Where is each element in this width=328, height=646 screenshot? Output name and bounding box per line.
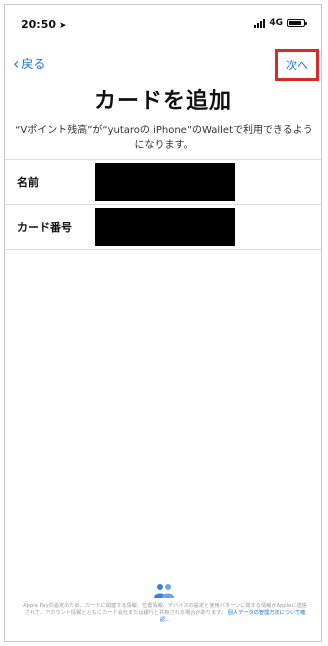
card-form: 名前 カード番号 bbox=[5, 159, 321, 250]
back-button[interactable]: ‹ 戻る bbox=[13, 55, 45, 72]
card-number-row: カード番号 bbox=[5, 204, 321, 250]
status-time-text: 20:50 bbox=[21, 18, 57, 31]
privacy-notice: Apple Payの設定のため、カードに関連する情報、位置情報、デバイスの設定と… bbox=[21, 603, 309, 624]
battery-icon bbox=[287, 19, 307, 27]
next-button[interactable]: 次へ bbox=[286, 57, 308, 73]
name-label: 名前 bbox=[17, 176, 39, 189]
location-arrow-icon: ➤ bbox=[59, 21, 67, 31]
next-button-highlight: 次へ bbox=[275, 49, 319, 81]
people-icon bbox=[154, 584, 174, 598]
page-title: カードを追加 bbox=[93, 89, 232, 114]
status-time: 20:50 ➤ bbox=[21, 18, 67, 31]
back-label: 戻る bbox=[21, 57, 46, 71]
page-description: “Vポイント残高”が“yutaroの iPhone”のWalletで利用できるよ… bbox=[15, 125, 313, 151]
status-indicators: 4G bbox=[254, 18, 307, 28]
name-row: 名前 bbox=[5, 159, 321, 204]
card-number-field-redacted[interactable] bbox=[95, 208, 235, 246]
name-field-redacted[interactable] bbox=[95, 163, 235, 201]
screen-frame: 20:50 ➤ 4G ‹ 戻る 次へ カードを追加 “Vポイント残高”が“yuta… bbox=[4, 4, 322, 642]
signal-icon bbox=[254, 18, 266, 28]
chevron-left-icon: ‹ bbox=[13, 53, 20, 73]
card-number-label: カード番号 bbox=[17, 221, 72, 234]
network-type: 4G bbox=[269, 18, 283, 28]
status-bar: 20:50 ➤ 4G bbox=[5, 5, 321, 41]
